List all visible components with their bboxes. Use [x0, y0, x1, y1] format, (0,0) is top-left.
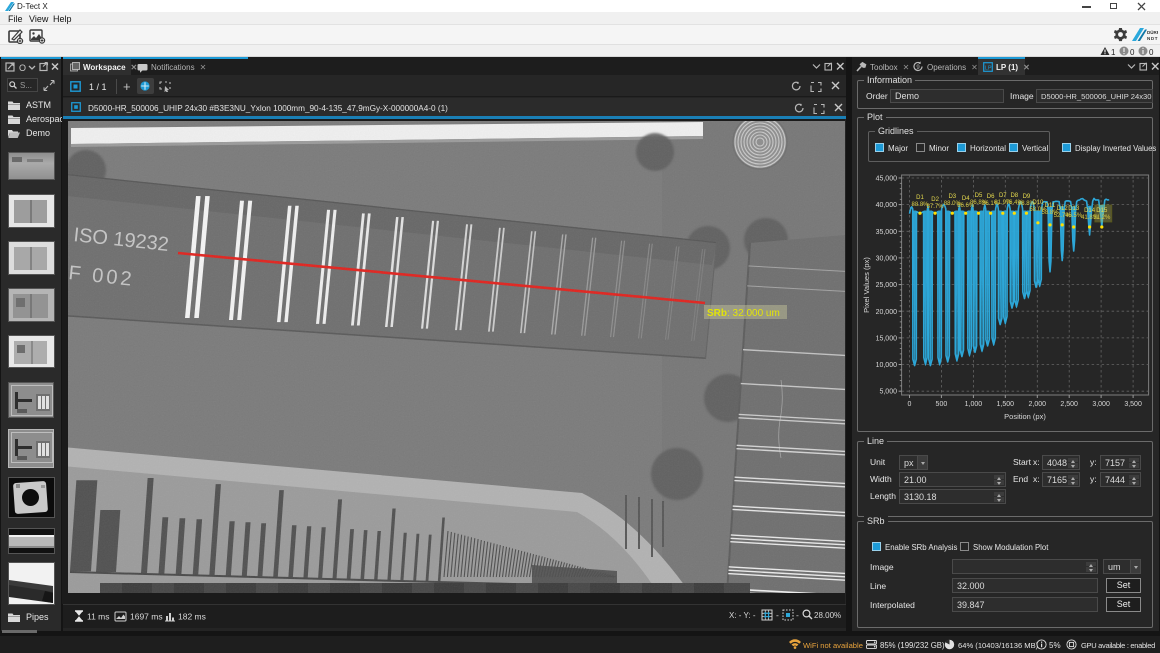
svg-text:0: 0	[1130, 48, 1135, 56]
svg-text:10,000: 10,000	[876, 362, 898, 369]
svg-text:3,500: 3,500	[1124, 401, 1142, 408]
svg-text:D1: D1	[916, 195, 924, 201]
svg-text:D8: D8	[1010, 193, 1018, 199]
svg-text:45,000: 45,000	[876, 176, 898, 183]
svg-text:0: 0	[1149, 48, 1154, 56]
svg-text:0: 0	[908, 401, 912, 408]
svg-text:182 ms: 182 ms	[178, 612, 206, 622]
svg-text:31.2%: 31.2%	[1093, 215, 1111, 221]
svg-text:D5: D5	[975, 193, 983, 199]
svg-text:D12: D12	[1057, 206, 1069, 212]
svg-text:1697 ms: 1697 ms	[130, 612, 163, 622]
svg-text:NDT: NDT	[1147, 36, 1158, 41]
svg-text:LP: LP	[985, 65, 992, 71]
svg-text:35,000: 35,000	[876, 229, 898, 236]
svg-text:500: 500	[936, 401, 948, 408]
svg-text:Position (px): Position (px)	[1004, 412, 1046, 421]
svg-text:1,500: 1,500	[997, 401, 1015, 408]
svg-text:Pixel Values (px): Pixel Values (px)	[862, 257, 871, 313]
svg-text:20,000: 20,000	[876, 309, 898, 316]
svg-text:30,000: 30,000	[876, 255, 898, 262]
svg-text:D11: D11	[1045, 203, 1056, 209]
svg-text:1: 1	[1111, 48, 1116, 56]
svg-text:D10: D10	[1032, 200, 1044, 206]
svg-text:2,000: 2,000	[1029, 401, 1047, 408]
svg-text:D13: D13	[1068, 206, 1080, 212]
svg-text:D9: D9	[1023, 194, 1031, 200]
svg-text:2,500: 2,500	[1060, 401, 1078, 408]
svg-text:87.7%: 87.7%	[927, 204, 945, 210]
svg-text:D14: D14	[1084, 208, 1096, 214]
svg-text:D3: D3	[948, 194, 956, 200]
svg-text:5,000: 5,000	[879, 389, 897, 396]
svg-text:O: O	[19, 63, 26, 73]
svg-text:40,000: 40,000	[876, 202, 898, 209]
svg-text:D2: D2	[931, 197, 939, 203]
svg-text:DÜRR: DÜRR	[1147, 29, 1158, 35]
svg-text:D15: D15	[1096, 208, 1108, 214]
svg-text:25,000: 25,000	[876, 282, 898, 289]
svg-text:3,000: 3,000	[1092, 401, 1110, 408]
svg-text:11 ms: 11 ms	[87, 612, 110, 622]
svg-text:D7: D7	[999, 193, 1007, 199]
svg-text:1,000: 1,000	[965, 401, 983, 408]
svg-text:15,000: 15,000	[876, 335, 898, 342]
svg-text:D4: D4	[962, 196, 970, 202]
